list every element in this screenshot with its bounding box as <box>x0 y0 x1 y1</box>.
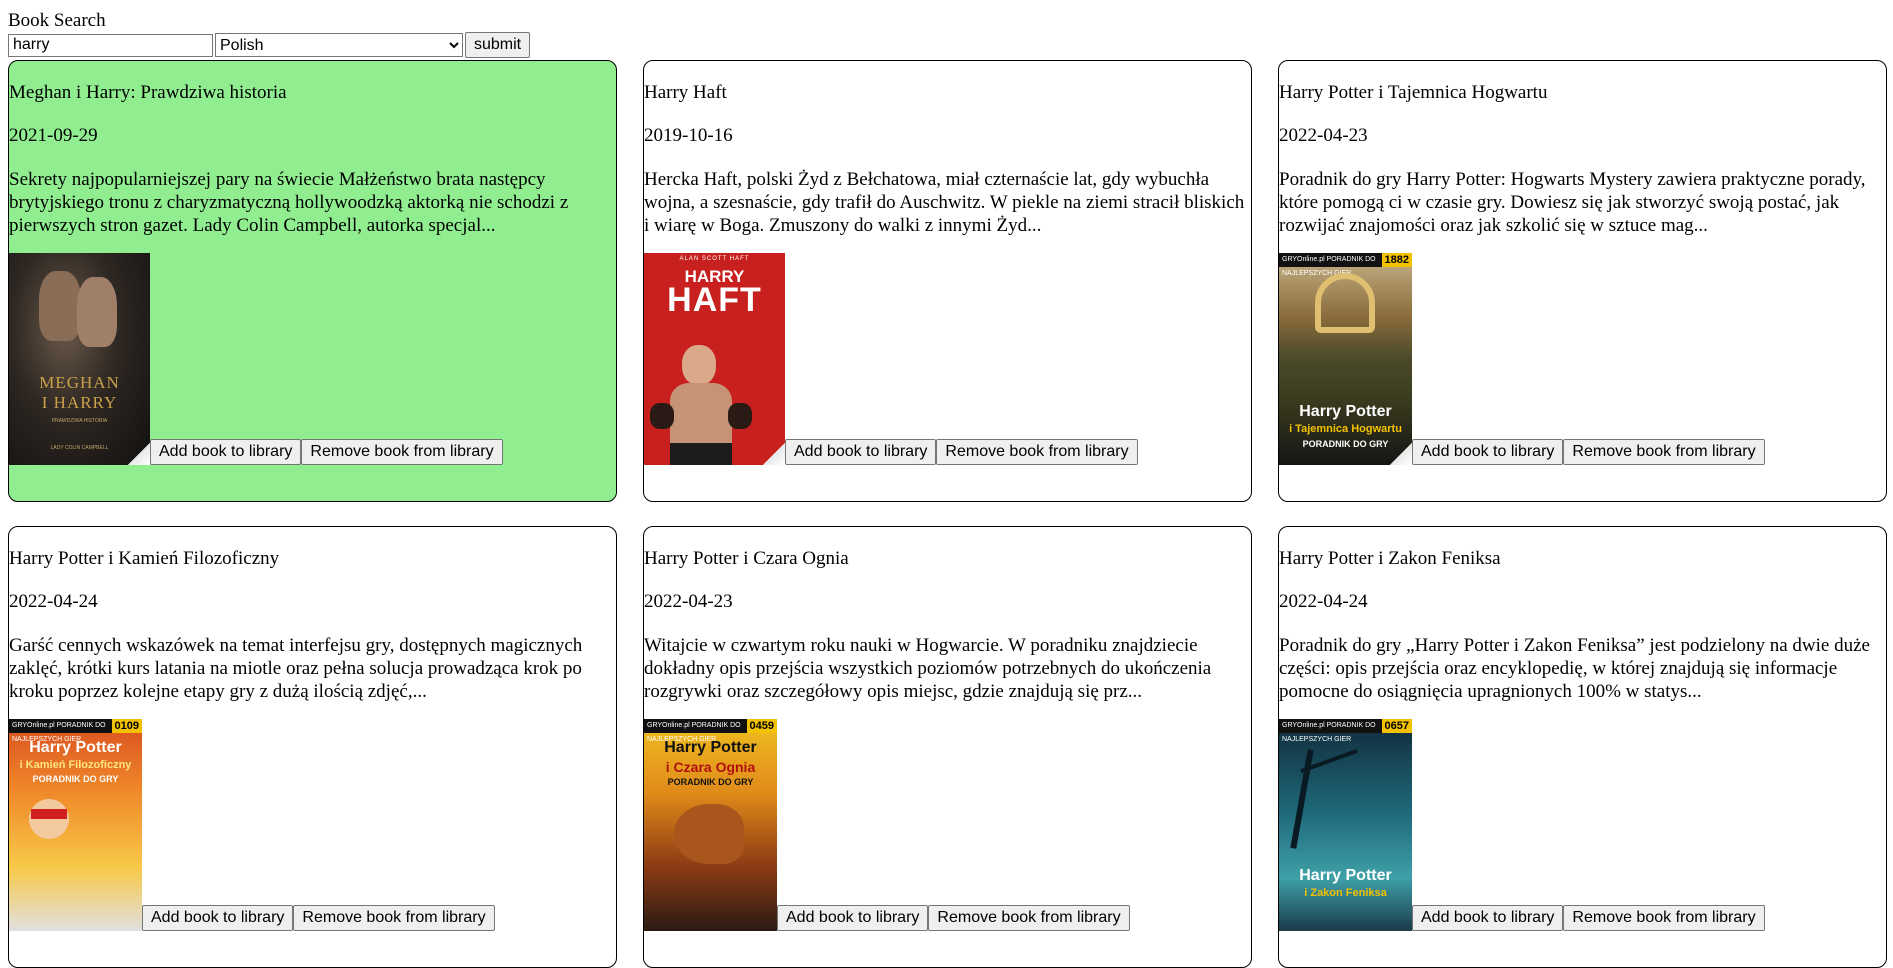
cover-number: 0657 <box>1381 719 1412 733</box>
cover-subtitle: PORADNIK DO GRY <box>667 777 754 787</box>
book-card: Meghan i Harry: Prawdziwa historia 2021-… <box>8 60 617 502</box>
add-book-button[interactable]: Add book to library <box>1412 905 1564 931</box>
book-media: GRYOnline.pl PORADNIK DO NAJLEPSZYCH GIE… <box>9 719 616 931</box>
book-cover-image: GRYOnline.pl PORADNIK DO NAJLEPSZYCH GIE… <box>644 719 777 931</box>
cover-title-line1: Harry Potter <box>1299 403 1392 420</box>
add-book-button[interactable]: Add book to library <box>785 439 937 465</box>
search-input[interactable] <box>8 33 213 57</box>
book-media: GRYOnline.pl PORADNIK DO NAJLEPSZYCH GIE… <box>1279 719 1886 931</box>
cover-author: ALAN SCOTT HAFT <box>679 256 750 262</box>
cover-title-line2: i Tajemnica Hogwartu <box>1289 423 1402 435</box>
card-actions: Add book to library Remove book from lib… <box>777 905 1130 931</box>
book-description: Sekrety najpopularniejszej pary na świec… <box>9 169 569 236</box>
book-card: Harry Potter i Tajemnica Hogwartu 2022-0… <box>1278 60 1887 502</box>
page-curl-icon <box>128 443 150 465</box>
cover-title-line1: Harry Potter <box>664 739 757 756</box>
book-description: Poradnik do gry „Harry Potter i Zakon Fe… <box>1279 635 1870 702</box>
book-cover-image: GRYOnline.pl PORADNIK DO NAJLEPSZYCH GIE… <box>1279 253 1412 465</box>
page-title: Book Search <box>8 10 106 31</box>
book-media: MEGHAN I HARRY PRAWDZIWA HISTORIA LADY C… <box>9 253 616 465</box>
book-card: Harry Potter i Kamień Filozoficzny 2022-… <box>8 526 617 968</box>
search-form: Polish submit <box>8 32 531 58</box>
book-title: Meghan i Harry: Prawdziwa historia <box>9 82 287 103</box>
cover-title-line2: I HARRY <box>41 393 118 412</box>
add-book-button[interactable]: Add book to library <box>777 905 929 931</box>
book-date: 2022-04-24 <box>9 591 98 612</box>
add-book-button[interactable]: Add book to library <box>150 439 302 465</box>
book-media: GRYOnline.pl PORADNIK DO NAJLEPSZYCH GIE… <box>644 719 1251 931</box>
book-date: 2021-09-29 <box>9 125 98 146</box>
book-title: Harry Potter i Kamień Filozoficzny <box>9 548 280 569</box>
add-book-button[interactable]: Add book to library <box>142 905 294 931</box>
add-book-button[interactable]: Add book to library <box>1412 439 1564 465</box>
page-curl-icon <box>763 443 785 465</box>
language-select[interactable]: Polish <box>215 33 463 57</box>
book-date: 2022-04-23 <box>644 591 733 612</box>
book-description: Garść cennych wskazówek na temat interfe… <box>9 635 583 702</box>
book-cover-image: ALAN SCOTT HAFT HARRY HAFT <box>644 253 785 465</box>
submit-button[interactable]: submit <box>465 32 531 58</box>
book-cover-image: GRYOnline.pl PORADNIK DO NAJLEPSZYCH GIE… <box>1279 719 1412 931</box>
cover-title-line2: HAFT <box>667 281 762 319</box>
card-actions: Add book to library Remove book from lib… <box>785 439 1138 465</box>
cover-number: 0109 <box>111 719 142 733</box>
card-actions: Add book to library Remove book from lib… <box>142 905 495 931</box>
book-title: Harry Potter i Tajemnica Hogwartu <box>1279 82 1548 103</box>
remove-book-button[interactable]: Remove book from library <box>928 905 1130 931</box>
book-title: Harry Haft <box>644 82 727 103</box>
book-cover-image: GRYOnline.pl PORADNIK DO NAJLEPSZYCH GIE… <box>9 719 142 931</box>
book-card: Harry Potter i Czara Ognia 2022-04-23 Wi… <box>643 526 1252 968</box>
book-media: ALAN SCOTT HAFT HARRY HAFT Add book to l… <box>644 253 1251 465</box>
book-cover-image: MEGHAN I HARRY PRAWDZIWA HISTORIA LADY C… <box>9 253 150 465</box>
cover-subtitle: PRAWDZIWA HISTORIA <box>51 418 108 424</box>
card-actions: Add book to library Remove book from lib… <box>150 439 503 465</box>
book-date: 2022-04-24 <box>1279 591 1368 612</box>
card-actions: Add book to library Remove book from lib… <box>1412 439 1765 465</box>
book-title: Harry Potter i Czara Ognia <box>644 548 849 569</box>
book-media: GRYOnline.pl PORADNIK DO NAJLEPSZYCH GIE… <box>1279 253 1886 465</box>
remove-book-button[interactable]: Remove book from library <box>301 439 503 465</box>
cover-number: 0459 <box>746 719 777 733</box>
cover-title-line1: Harry Potter <box>1299 867 1392 884</box>
book-date: 2019-10-16 <box>644 125 733 146</box>
remove-book-button[interactable]: Remove book from library <box>1563 905 1765 931</box>
cover-title-line1: MEGHAN <box>39 373 120 392</box>
book-description: Poradnik do gry Harry Potter: Hogwarts M… <box>1279 169 1866 236</box>
card-actions: Add book to library Remove book from lib… <box>1412 905 1765 931</box>
cover-title-line2: i Czara Ognia <box>665 759 756 775</box>
book-card: Harry Haft 2019-10-16 Hercka Haft, polsk… <box>643 60 1252 502</box>
cover-title-line1: Harry Potter <box>29 739 122 756</box>
remove-book-button[interactable]: Remove book from library <box>293 905 495 931</box>
results-grid: Meghan i Harry: Prawdziwa historia 2021-… <box>8 60 1887 968</box>
cover-number: 1882 <box>1381 253 1412 267</box>
book-description: Witajcie w czwartym roku nauki w Hogwarc… <box>644 635 1212 702</box>
cover-subtitle: PORADNIK DO GRY <box>32 774 119 784</box>
book-title: Harry Potter i Zakon Feniksa <box>1279 548 1501 569</box>
cover-title-line2: i Kamień Filozoficzny <box>19 759 132 771</box>
remove-book-button[interactable]: Remove book from library <box>1563 439 1765 465</box>
book-description: Hercka Haft, polski Żyd z Bełchatowa, mi… <box>644 169 1245 236</box>
remove-book-button[interactable]: Remove book from library <box>936 439 1138 465</box>
book-date: 2022-04-23 <box>1279 125 1368 146</box>
book-card: Harry Potter i Zakon Feniksa 2022-04-24 … <box>1278 526 1887 968</box>
cover-title-line2: i Zakon Feniksa <box>1304 887 1387 899</box>
page-curl-icon <box>1390 443 1412 465</box>
